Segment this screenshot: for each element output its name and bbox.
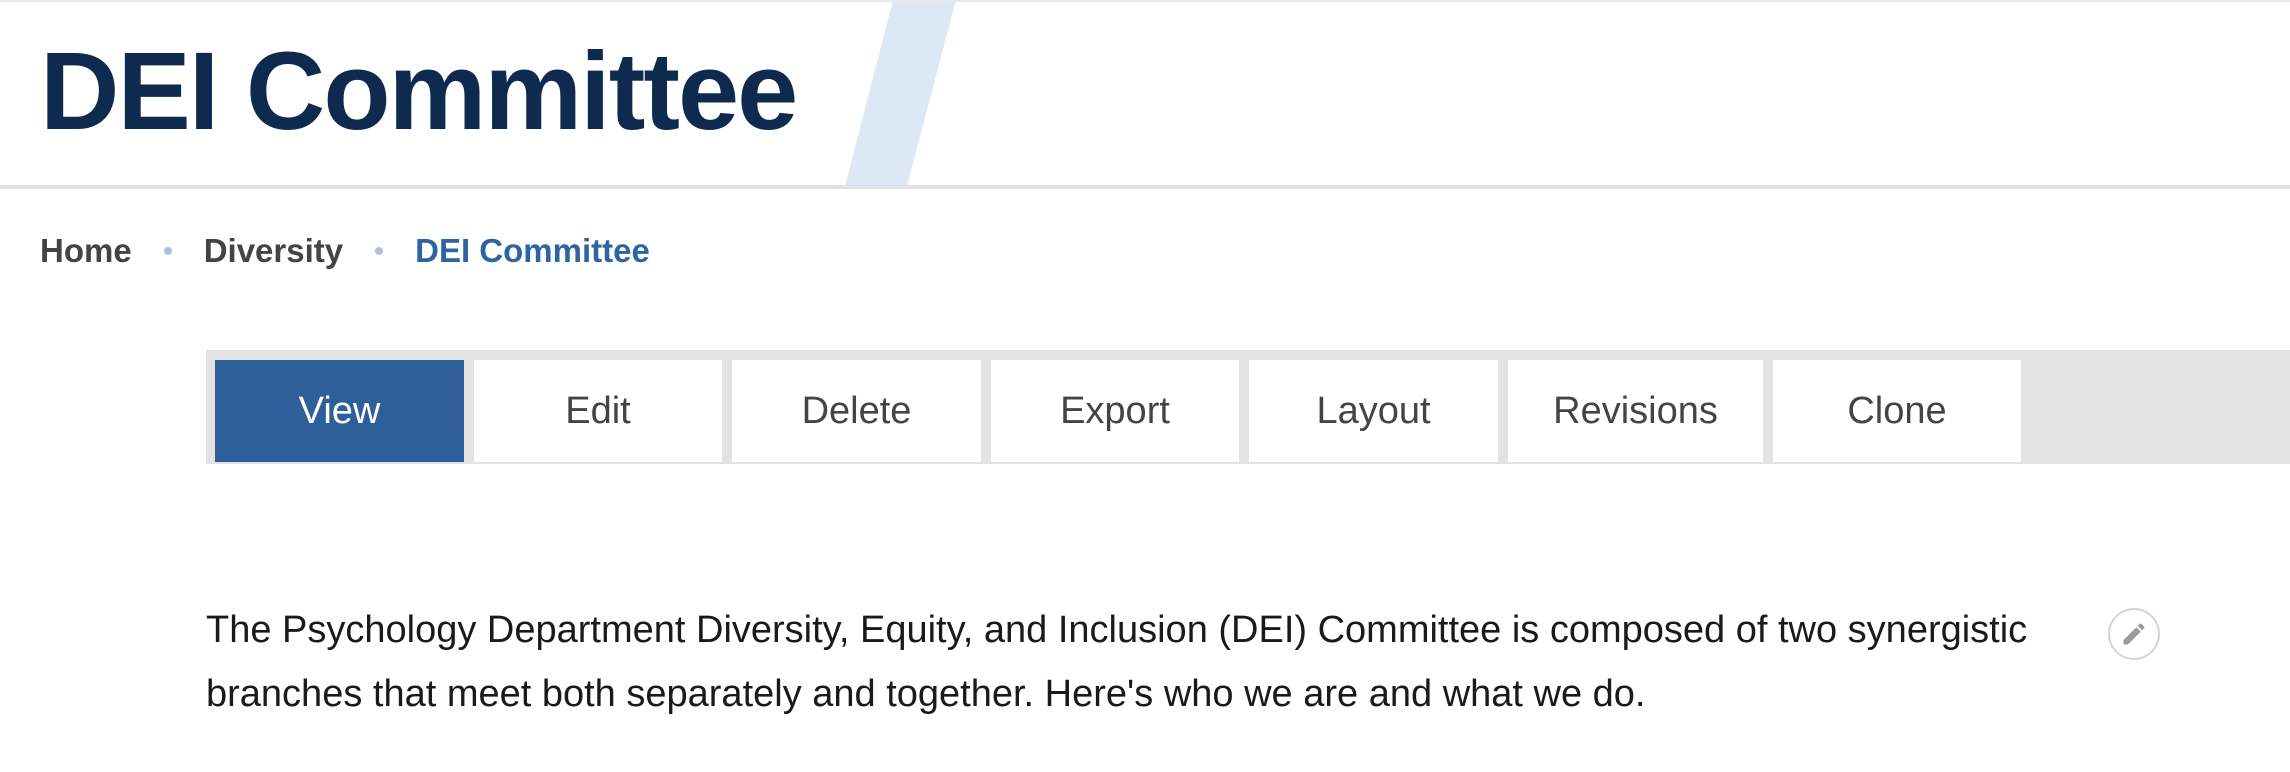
page-title: DEI Committee [40, 30, 798, 153]
breadcrumb-separator-dot [375, 247, 384, 255]
page: DEI Committee Home Diversity DEI Committ… [0, 0, 2290, 772]
local-tasks-tabs: View Edit Delete Export Layout Revisions… [206, 350, 2290, 464]
tab-clone[interactable]: Clone [1773, 360, 2021, 462]
tab-revisions[interactable]: Revisions [1508, 360, 1763, 462]
body-paragraph-line-2: branches that meet both separately and t… [206, 673, 1646, 715]
tab-export[interactable]: Export [991, 360, 1239, 462]
breadcrumb-separator-dot [163, 247, 172, 255]
body-content: The Psychology Department Diversity, Equ… [206, 598, 2106, 726]
tab-view[interactable]: View [215, 360, 464, 462]
top-border [0, 0, 2290, 2]
breadcrumb-home-link[interactable]: Home [40, 232, 132, 270]
tab-layout[interactable]: Layout [1249, 360, 1498, 462]
body-paragraph-line-1: The Psychology Department Diversity, Equ… [206, 609, 2028, 651]
tab-delete[interactable]: Delete [732, 360, 981, 462]
breadcrumb-diversity-link[interactable]: Diversity [204, 232, 343, 270]
header-divider [0, 185, 2290, 189]
pencil-icon-glyph [2123, 623, 2145, 645]
page-header: DEI Committee [0, 0, 2290, 186]
breadcrumb: Home Diversity DEI Committee [40, 226, 650, 276]
breadcrumb-current-page: DEI Committee [415, 232, 650, 269]
pencil-icon[interactable] [2108, 608, 2160, 660]
tab-edit[interactable]: Edit [474, 360, 722, 462]
